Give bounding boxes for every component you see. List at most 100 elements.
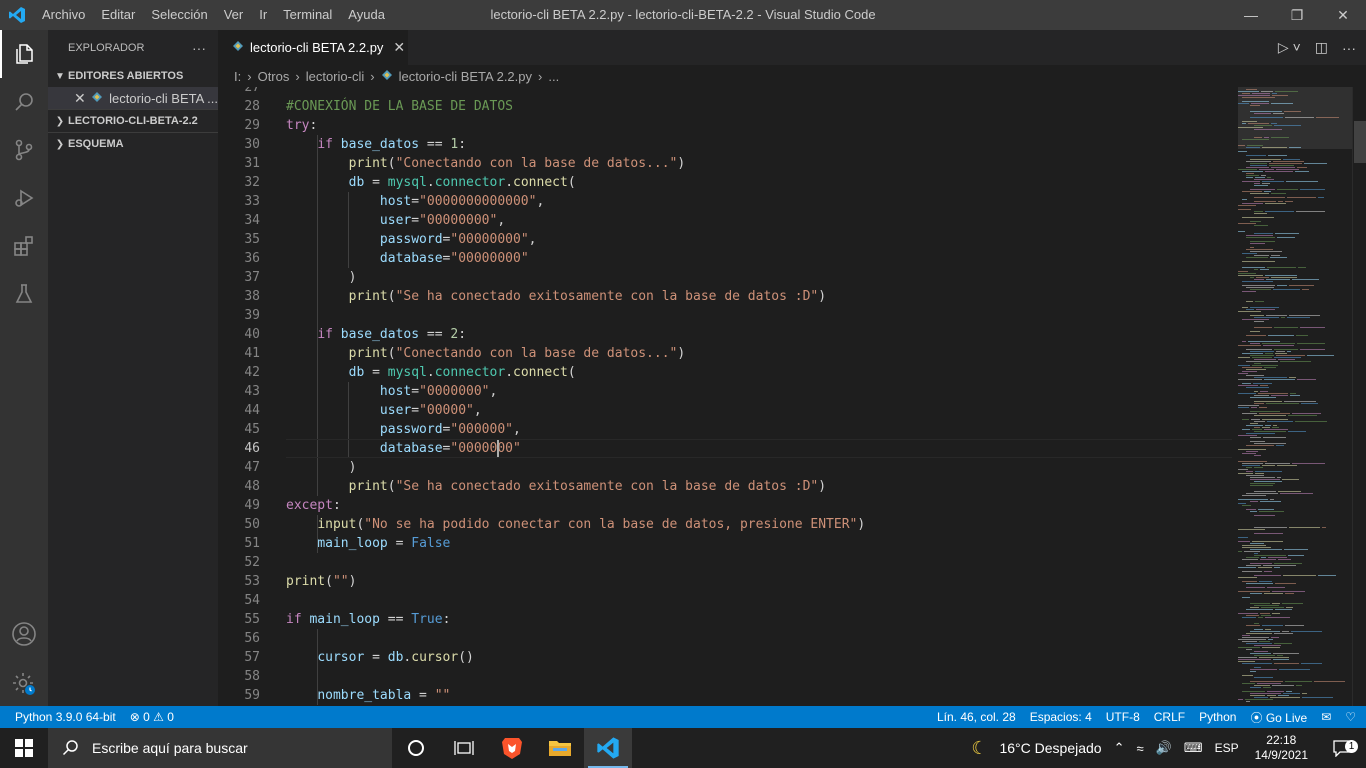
notification-center-icon[interactable]: 1 bbox=[1318, 739, 1366, 757]
code-line[interactable]: 54 bbox=[218, 591, 1232, 610]
editor-scrollbar[interactable] bbox=[1352, 87, 1366, 706]
explorer-icon[interactable] bbox=[0, 30, 48, 78]
code-line[interactable]: 37 ) bbox=[218, 268, 1232, 287]
restore-button[interactable]: ❐ bbox=[1274, 0, 1320, 30]
open-editor-item[interactable]: ✕ lectorio-cli BETA ... bbox=[48, 87, 218, 109]
code-line[interactable]: 30 if base_datos == 1: bbox=[218, 135, 1232, 154]
minimap-line bbox=[1260, 559, 1276, 560]
tab-lectorio-cli[interactable]: lectorio-cli BETA 2.2.py ✕ bbox=[218, 30, 408, 65]
code-line[interactable]: 38 print("Se ha conectado exitosamente c… bbox=[218, 287, 1232, 306]
code-line[interactable]: 52 bbox=[218, 553, 1232, 572]
problems-indicator[interactable]: ⊗ 0 ⚠ 0 bbox=[130, 710, 174, 724]
close-tab-icon[interactable]: ✕ bbox=[393, 39, 405, 56]
vscode-taskbar-icon[interactable] bbox=[584, 728, 632, 768]
run-file-icon[interactable]: ▷ ˅ bbox=[1278, 39, 1301, 56]
code-line[interactable]: 51 main_loop = False bbox=[218, 534, 1232, 553]
notifications-bell-icon[interactable]: ♡ bbox=[1345, 710, 1356, 724]
python-interpreter[interactable]: Python 3.9.0 64-bit bbox=[15, 710, 116, 724]
section-open-editors[interactable]: ▼ EDITORES ABIERTOS bbox=[48, 65, 218, 87]
code-line[interactable]: 31 print("Conectando con la base de dato… bbox=[218, 154, 1232, 173]
run-debug-icon[interactable] bbox=[0, 174, 48, 222]
minimap[interactable] bbox=[1238, 87, 1352, 706]
code-line[interactable]: 40 if base_datos == 2: bbox=[218, 325, 1232, 344]
cortana-icon[interactable] bbox=[392, 728, 440, 768]
keyboard-icon[interactable]: ⌨ bbox=[1178, 740, 1209, 756]
menu-seleccion[interactable]: Selección bbox=[143, 0, 215, 30]
section-outline[interactable]: ❯ ESQUEMA bbox=[48, 133, 218, 155]
more-actions-icon[interactable]: ··· bbox=[1342, 40, 1356, 56]
start-button[interactable] bbox=[0, 728, 48, 768]
minimize-button[interactable]: — bbox=[1228, 0, 1274, 30]
testing-icon[interactable] bbox=[0, 270, 48, 318]
search-icon[interactable] bbox=[0, 78, 48, 126]
code-line[interactable]: 39 bbox=[218, 306, 1232, 325]
file-explorer-icon[interactable] bbox=[536, 728, 584, 768]
menu-ver[interactable]: Ver bbox=[216, 0, 252, 30]
code-line[interactable]: 33 host="0000000000000", bbox=[218, 192, 1232, 211]
code-line[interactable]: 55 if main_loop == True: bbox=[218, 610, 1232, 629]
close-icon[interactable]: ✕ bbox=[74, 90, 87, 107]
source-control-icon[interactable] bbox=[0, 126, 48, 174]
code-line[interactable]: 36 database="00000000" bbox=[218, 249, 1232, 268]
weather-moon-icon[interactable]: ☾ bbox=[965, 738, 993, 759]
accounts-icon[interactable] bbox=[0, 610, 48, 658]
language-indicator[interactable]: ESP bbox=[1209, 741, 1245, 755]
breadcrumb-symbol[interactable]: ... bbox=[548, 69, 559, 84]
menu-ayuda[interactable]: Ayuda bbox=[340, 0, 393, 30]
code-line[interactable]: 29 try: bbox=[218, 116, 1232, 135]
close-window-button[interactable]: ✕ bbox=[1320, 0, 1366, 30]
menu-editar[interactable]: Editar bbox=[93, 0, 143, 30]
network-icon[interactable]: ≈ bbox=[1131, 741, 1150, 756]
weather-text[interactable]: 16°C Despejado bbox=[993, 740, 1107, 756]
code-text: cursor = db.cursor() bbox=[317, 650, 474, 665]
clock[interactable]: 22:18 14/9/2021 bbox=[1245, 733, 1318, 763]
code-line[interactable]: 45 password="000000", bbox=[218, 420, 1232, 439]
code-line[interactable]: 27 bbox=[218, 87, 1232, 97]
task-view-icon[interactable] bbox=[440, 728, 488, 768]
menu-archivo[interactable]: Archivo bbox=[34, 0, 93, 30]
scrollbar-thumb[interactable] bbox=[1354, 121, 1366, 163]
code-line[interactable]: 44 user="00000", bbox=[218, 401, 1232, 420]
breadcrumb-file[interactable]: lectorio-cli BETA 2.2.py bbox=[399, 69, 532, 84]
menu-ir[interactable]: Ir bbox=[251, 0, 275, 30]
code-line[interactable]: 41 print("Conectando con la base de dato… bbox=[218, 344, 1232, 363]
code-line[interactable]: 28 #CONEXIÓN DE LA BASE DE DATOS bbox=[218, 97, 1232, 116]
extensions-icon[interactable] bbox=[0, 222, 48, 270]
breadcrumb-otros[interactable]: Otros bbox=[258, 69, 290, 84]
breadcrumb-drive[interactable]: I: bbox=[234, 69, 241, 84]
code-line[interactable]: 32 db = mysql.connector.connect( bbox=[218, 173, 1232, 192]
code-line[interactable]: 50 input("No se ha podido conectar con l… bbox=[218, 515, 1232, 534]
section-project[interactable]: ❯ LECTORIO-CLI-BETA-2.2 bbox=[48, 110, 218, 132]
language-mode[interactable]: Python bbox=[1199, 710, 1236, 724]
code-line[interactable]: 34 user="00000000", bbox=[218, 211, 1232, 230]
minimap-line bbox=[1238, 537, 1248, 538]
volume-icon[interactable]: 🔊 bbox=[1150, 740, 1178, 756]
brave-browser-icon[interactable] bbox=[488, 728, 536, 768]
end-of-line[interactable]: CRLF bbox=[1154, 710, 1185, 724]
more-actions-icon[interactable]: ··· bbox=[192, 40, 206, 56]
code-line[interactable]: 43 host="0000000", bbox=[218, 382, 1232, 401]
breadcrumb-folder[interactable]: lectorio-cli bbox=[306, 69, 365, 84]
code-line[interactable]: 59 nombre_tabla = "" bbox=[218, 686, 1232, 705]
menu-terminal[interactable]: Terminal bbox=[275, 0, 340, 30]
code-line[interactable]: 46 database="0000000" bbox=[218, 439, 1232, 458]
manage-gear-icon[interactable] bbox=[0, 660, 48, 708]
code-line[interactable]: 47 ) bbox=[218, 458, 1232, 477]
tray-chevron-up-icon[interactable]: ⌃ bbox=[1108, 740, 1131, 756]
code-line[interactable]: 53 print("") bbox=[218, 572, 1232, 591]
code-line[interactable]: 49 except: bbox=[218, 496, 1232, 515]
taskbar-search[interactable]: Escribe aquí para buscar bbox=[48, 728, 392, 768]
code-line[interactable]: 48 print("Se ha conectado exitosamente c… bbox=[218, 477, 1232, 496]
indentation[interactable]: Espacios: 4 bbox=[1030, 710, 1092, 724]
encoding[interactable]: UTF-8 bbox=[1106, 710, 1140, 724]
code-editor[interactable]: 27 28 #CONEXIÓN DE LA BASE DE DATOS 29 try: 3… bbox=[218, 87, 1232, 706]
feedback-icon[interactable]: ✉ bbox=[1321, 710, 1331, 724]
split-editor-icon[interactable]: ◫ bbox=[1315, 39, 1328, 56]
cursor-position[interactable]: Lín. 46, col. 28 bbox=[937, 710, 1016, 724]
code-line[interactable]: 57 cursor = db.cursor() bbox=[218, 648, 1232, 667]
go-live-button[interactable]: ⦿ Go Live bbox=[1250, 709, 1307, 726]
code-line[interactable]: 35 password="00000000", bbox=[218, 230, 1232, 249]
code-line[interactable]: 42 db = mysql.connector.connect( bbox=[218, 363, 1232, 382]
code-line[interactable]: 58 bbox=[218, 667, 1232, 686]
code-line[interactable]: 56 bbox=[218, 629, 1232, 648]
